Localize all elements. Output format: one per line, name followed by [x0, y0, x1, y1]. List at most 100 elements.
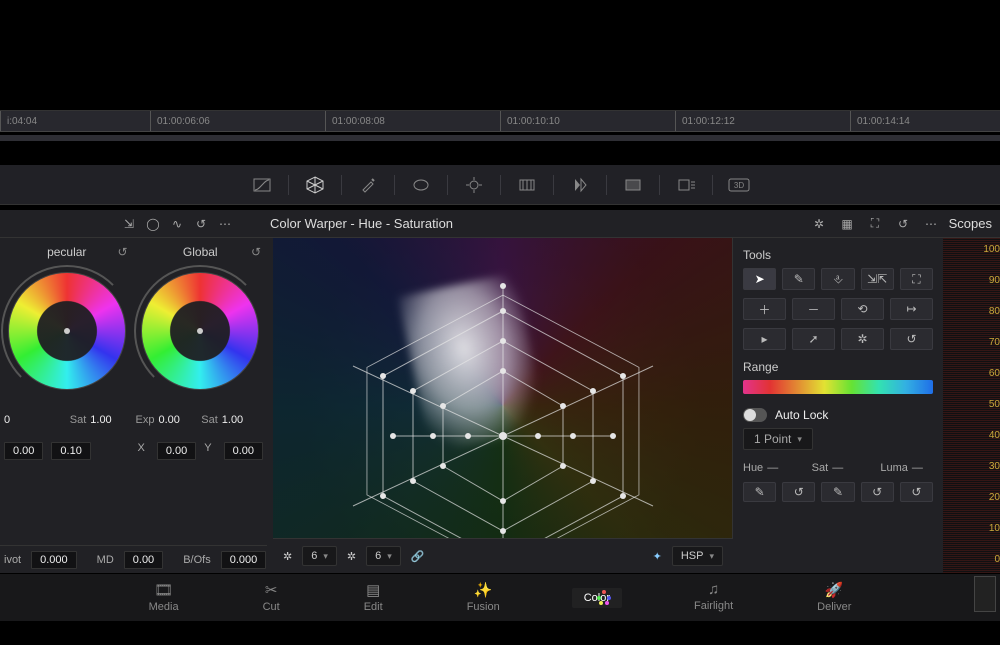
num-input[interactable]: 0.10: [51, 442, 90, 460]
mini-thumbnail[interactable]: [974, 576, 996, 612]
tool-diverge[interactable]: ⛶: [900, 268, 933, 290]
label: ivot: [4, 554, 21, 566]
fullscreen-icon[interactable]: ⛶: [866, 215, 884, 233]
hue-reset-icon[interactable]: ↺: [782, 482, 815, 502]
num-input[interactable]: 0.000: [31, 551, 77, 569]
timecode-tick: 01:00:10:10: [500, 111, 560, 131]
color-swatch-icon: ✦: [653, 550, 662, 563]
rings-icon: ✲: [283, 550, 292, 563]
reset-icon[interactable]: ↺: [117, 245, 127, 259]
warper-mode-icon[interactable]: ✲: [810, 215, 828, 233]
tool-select[interactable]: ➤: [743, 268, 776, 290]
reset-icon[interactable]: ↺: [894, 215, 912, 233]
label: MD: [97, 554, 114, 566]
num-input[interactable]: 0.00: [4, 442, 43, 460]
timeline-track[interactable]: [0, 135, 1000, 141]
global-wheel[interactable]: [141, 272, 259, 390]
blur-icon[interactable]: [511, 172, 543, 198]
tool-select-spoke[interactable]: ➚: [792, 328, 835, 350]
tool-invert[interactable]: ✲: [841, 328, 884, 350]
tools-panel: Tools ➤ ✎ ⎀ ⇲⇱ ⛶ ＋ － ⟲ ↦ ▸ ➚ ✲ ↺ Range A…: [733, 238, 943, 573]
svg-text:3D: 3D: [733, 181, 743, 190]
param-label: Sat: [201, 414, 218, 426]
tab-fairlight[interactable]: ♫Fairlight: [682, 579, 745, 616]
tool-converge[interactable]: ⇲⇱: [861, 268, 894, 290]
hsl-label: Sat: [812, 462, 829, 474]
tool-arrow[interactable]: ↦: [890, 298, 933, 320]
scopes-waveform[interactable]: [943, 238, 1000, 573]
color-warper-view[interactable]: [273, 238, 733, 573]
tab-color[interactable]: Color: [572, 588, 622, 608]
tab-edit[interactable]: ▤Edit: [352, 579, 395, 617]
3d-icon[interactable]: 3D: [723, 172, 755, 198]
record-icon[interactable]: ◯: [144, 215, 162, 233]
tool-pin-column[interactable]: ⎀: [821, 268, 854, 290]
autolock-label: Auto Lock: [775, 408, 828, 422]
sat-pick-icon[interactable]: ✎: [821, 482, 854, 502]
panel-header: ⇲ ◯ ∿ ↺ ⋯ Color Warper - Hue - Saturatio…: [0, 210, 1000, 238]
edit-icon: ▤: [366, 581, 380, 599]
warper-footer: ✲ 6▾ ✲ 6▾ 🔗 ✦ HSP▾: [273, 538, 733, 573]
picker-icon[interactable]: [352, 172, 384, 198]
rings-dropdown[interactable]: 6▾: [302, 546, 337, 566]
luma-reset-icon[interactable]: ↺: [900, 482, 933, 502]
more-icon[interactable]: ⋯: [922, 215, 940, 233]
tab-media[interactable]: 🎞Media: [137, 579, 191, 617]
tab-cut[interactable]: ✂Cut: [251, 579, 292, 617]
reset-icon[interactable]: ↺: [251, 245, 261, 259]
num-input[interactable]: 0.00: [224, 442, 263, 460]
hsl-label: Luma: [880, 462, 908, 474]
param-value[interactable]: 0: [4, 414, 10, 426]
tab-fusion[interactable]: ✨Fusion: [455, 579, 512, 617]
bottom-bar: [0, 621, 1000, 645]
waveform-icon[interactable]: ∿: [168, 215, 186, 233]
fusion-icon: ✨: [474, 581, 493, 599]
num-input[interactable]: 0.000: [221, 551, 267, 569]
hsl-label: Hue: [743, 462, 763, 474]
warper-icon[interactable]: [299, 172, 331, 198]
tracker-icon[interactable]: [458, 172, 490, 198]
link-icon[interactable]: 🔗: [411, 550, 425, 563]
viewer-area: [0, 0, 1000, 100]
hsl-value[interactable]: —: [832, 462, 843, 474]
sat-reset-icon[interactable]: ↺: [861, 482, 894, 502]
wheel-label: Global: [183, 245, 218, 259]
fx-icon[interactable]: [670, 172, 702, 198]
tab-deliver[interactable]: 🚀Deliver: [805, 579, 863, 617]
hue-pick-icon[interactable]: ✎: [743, 482, 776, 502]
curves-icon[interactable]: [246, 172, 278, 198]
wheels-panel: pecular↺ Global↺ 0 Sat1.00 Exp0.00 Sat1.…: [0, 238, 273, 573]
timeline-ruler[interactable]: i:04:04 01:00:06:06 01:00:08:08 01:00:10…: [0, 110, 1000, 132]
param-value[interactable]: 0.00: [158, 414, 179, 426]
colorspace-dropdown[interactable]: HSP▾: [672, 546, 723, 566]
fairlight-icon: ♫: [708, 581, 719, 598]
num-input[interactable]: 0.00: [124, 551, 163, 569]
key-icon[interactable]: [564, 172, 596, 198]
tool-pin[interactable]: ✎: [782, 268, 815, 290]
specular-wheel[interactable]: [8, 272, 126, 390]
param-value[interactable]: 1.00: [90, 414, 111, 426]
more-icon[interactable]: ⋯: [216, 215, 234, 233]
tool-add[interactable]: ＋: [743, 298, 786, 320]
tool-reset[interactable]: ↺: [890, 328, 933, 350]
spokes-dropdown[interactable]: 6▾: [366, 546, 401, 566]
num-input[interactable]: 0.00: [157, 442, 196, 460]
deliver-icon: 🚀: [825, 581, 844, 599]
window-icon[interactable]: [405, 172, 437, 198]
tool-remove[interactable]: －: [792, 298, 835, 320]
param-value[interactable]: 1.00: [222, 414, 243, 426]
reset-icon[interactable]: ↺: [192, 215, 210, 233]
autolock-toggle[interactable]: [743, 408, 767, 422]
tool-rotate[interactable]: ⟲: [841, 298, 884, 320]
hsl-value[interactable]: —: [767, 462, 778, 474]
sizing-icon[interactable]: [617, 172, 649, 198]
param-label: Sat: [70, 414, 87, 426]
expand-icon[interactable]: ⇲: [120, 215, 138, 233]
page-tabs: 🎞Media ✂Cut ▤Edit ✨Fusion Color ♫Fairlig…: [0, 573, 1000, 621]
grid-icon[interactable]: ▦: [838, 215, 856, 233]
hsl-value[interactable]: —: [912, 462, 923, 474]
autolock-points-dropdown[interactable]: 1 Point▾: [743, 428, 813, 450]
range-gradient[interactable]: [743, 380, 933, 394]
spokes-icon: ✲: [347, 550, 356, 563]
tool-select-ring[interactable]: ▸: [743, 328, 786, 350]
